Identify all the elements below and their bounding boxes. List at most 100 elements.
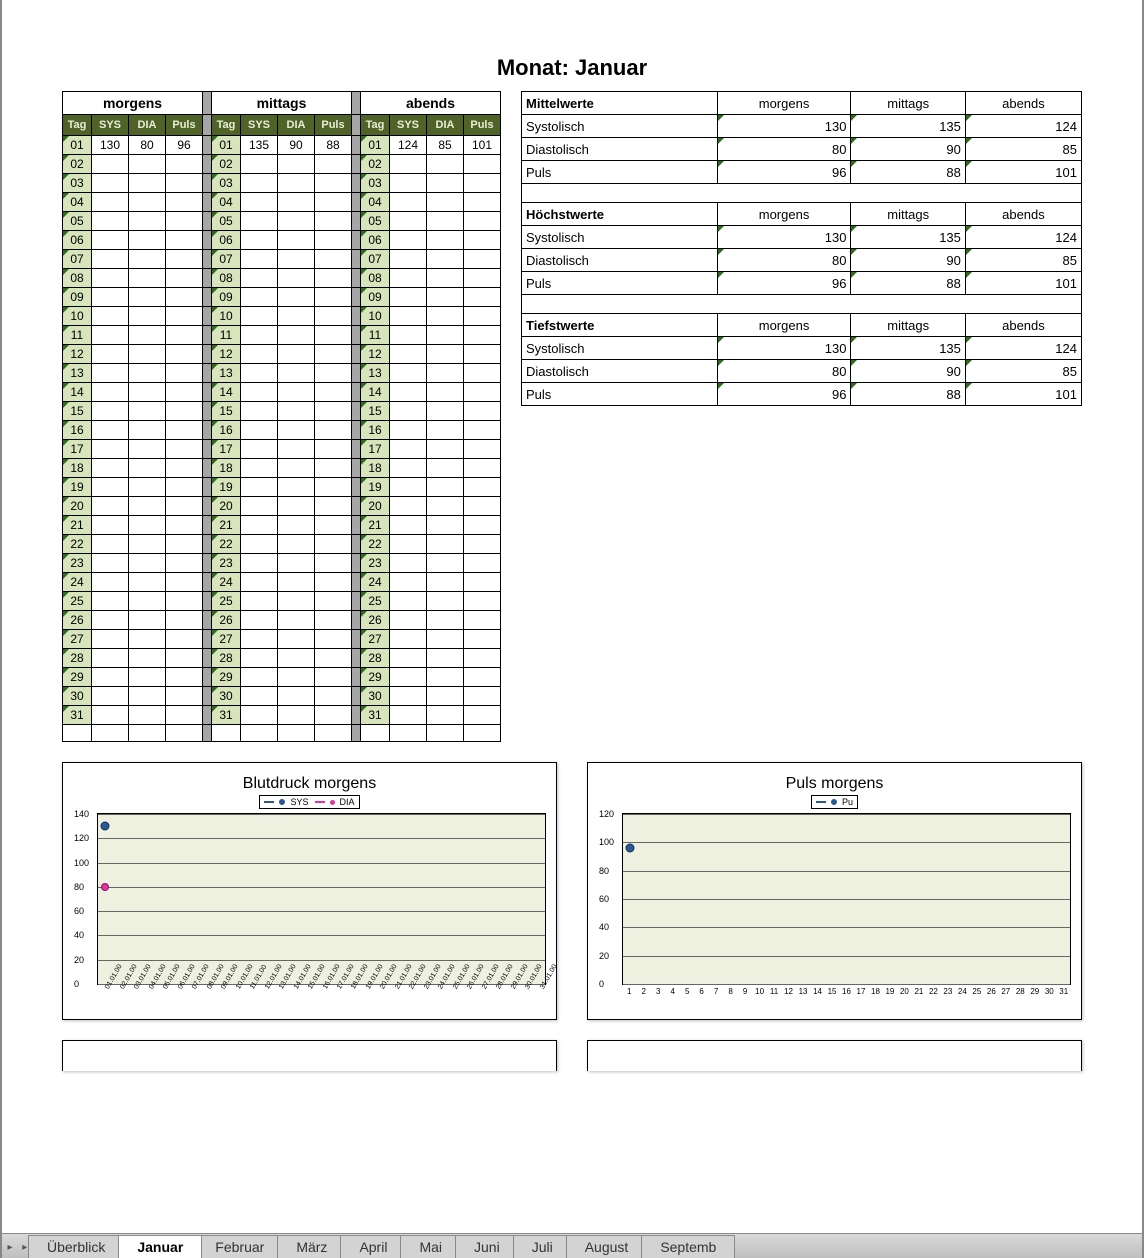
entry-cell[interactable]	[92, 497, 129, 516]
entry-cell[interactable]	[92, 630, 129, 649]
entry-cell[interactable]	[241, 649, 278, 668]
entry-cell[interactable]	[278, 155, 315, 174]
entry-cell[interactable]	[241, 611, 278, 630]
entry-cell[interactable]	[92, 288, 129, 307]
entry-cell[interactable]	[129, 440, 166, 459]
entry-cell[interactable]	[390, 231, 427, 250]
sheet-tab-juni[interactable]: Juni	[455, 1235, 519, 1258]
entry-cell[interactable]	[166, 497, 203, 516]
entry-cell[interactable]	[390, 668, 427, 687]
entry-cell[interactable]	[315, 250, 352, 269]
entry-cell[interactable]	[464, 269, 501, 288]
entry-cell[interactable]	[92, 193, 129, 212]
entry-cell[interactable]	[315, 592, 352, 611]
entry-cell[interactable]: 88	[315, 136, 352, 155]
entry-cell[interactable]	[92, 687, 129, 706]
entry-cell[interactable]	[129, 535, 166, 554]
entry-cell[interactable]	[241, 383, 278, 402]
entry-cell[interactable]	[427, 326, 464, 345]
entry-cell[interactable]	[278, 269, 315, 288]
entry-cell[interactable]	[278, 554, 315, 573]
entry-cell[interactable]	[166, 611, 203, 630]
entry-cell[interactable]	[278, 250, 315, 269]
entry-cell[interactable]	[166, 364, 203, 383]
entry-cell[interactable]	[390, 687, 427, 706]
entry-cell[interactable]	[166, 250, 203, 269]
entry-cell[interactable]	[390, 459, 427, 478]
entry-cell[interactable]	[315, 649, 352, 668]
entry-cell[interactable]	[427, 288, 464, 307]
entry-cell[interactable]	[464, 250, 501, 269]
entry-cell[interactable]	[129, 516, 166, 535]
sheet-tab-april[interactable]: April	[340, 1235, 406, 1258]
entry-cell[interactable]	[315, 478, 352, 497]
entry-cell[interactable]	[241, 288, 278, 307]
entry-cell[interactable]	[241, 478, 278, 497]
entry-cell[interactable]	[129, 573, 166, 592]
tab-nav-first[interactable]: ▸	[2, 1236, 18, 1258]
entry-cell[interactable]	[464, 212, 501, 231]
entry-cell[interactable]	[129, 345, 166, 364]
entry-cell[interactable]	[315, 421, 352, 440]
entry-cell[interactable]	[166, 269, 203, 288]
entry-cell[interactable]	[427, 269, 464, 288]
entry-cell[interactable]	[464, 345, 501, 364]
entry-cell[interactable]	[241, 630, 278, 649]
entry-cell[interactable]	[166, 231, 203, 250]
entry-cell[interactable]	[427, 212, 464, 231]
entry-cell[interactable]	[92, 535, 129, 554]
entry-cell[interactable]	[427, 307, 464, 326]
entry-cell[interactable]	[129, 174, 166, 193]
entry-cell[interactable]	[129, 155, 166, 174]
entry-cell[interactable]	[166, 383, 203, 402]
entry-cell[interactable]	[92, 421, 129, 440]
entry-cell[interactable]	[427, 383, 464, 402]
entry-cell[interactable]	[390, 269, 427, 288]
entry-cell[interactable]	[278, 687, 315, 706]
entry-cell[interactable]	[464, 231, 501, 250]
entry-cell[interactable]	[129, 706, 166, 725]
entry-cell[interactable]	[390, 478, 427, 497]
entry-cell[interactable]	[166, 421, 203, 440]
entry-cell[interactable]	[427, 687, 464, 706]
entry-cell[interactable]	[241, 459, 278, 478]
entry-cell[interactable]	[315, 535, 352, 554]
entry-cell[interactable]	[278, 516, 315, 535]
entry-cell[interactable]	[129, 421, 166, 440]
entry-cell[interactable]	[390, 383, 427, 402]
entry-cell[interactable]	[129, 383, 166, 402]
entry-cell[interactable]	[166, 535, 203, 554]
entry-cell[interactable]	[241, 193, 278, 212]
entry-cell[interactable]	[427, 478, 464, 497]
entry-cell[interactable]	[427, 174, 464, 193]
entry-cell[interactable]	[390, 250, 427, 269]
entry-cell[interactable]	[92, 155, 129, 174]
entry-cell[interactable]	[390, 193, 427, 212]
entry-cell[interactable]: 124	[390, 136, 427, 155]
entry-cell[interactable]	[278, 478, 315, 497]
entry-cell[interactable]: 130	[92, 136, 129, 155]
entry-cell[interactable]	[315, 668, 352, 687]
entry-cell[interactable]	[390, 611, 427, 630]
entry-cell[interactable]	[129, 592, 166, 611]
entry-cell[interactable]	[241, 668, 278, 687]
entry-cell[interactable]	[315, 497, 352, 516]
entry-cell[interactable]	[427, 345, 464, 364]
entry-cell[interactable]	[166, 649, 203, 668]
entry-cell[interactable]	[166, 459, 203, 478]
entry-cell[interactable]	[278, 535, 315, 554]
entry-cell[interactable]	[315, 155, 352, 174]
entry-cell[interactable]	[315, 516, 352, 535]
entry-cell[interactable]	[278, 440, 315, 459]
entry-cell[interactable]	[390, 497, 427, 516]
entry-cell[interactable]	[241, 421, 278, 440]
entry-cell[interactable]	[464, 668, 501, 687]
entry-cell[interactable]	[92, 649, 129, 668]
entry-cell[interactable]	[464, 516, 501, 535]
entry-cell[interactable]	[241, 326, 278, 345]
entry-cell[interactable]	[464, 155, 501, 174]
entry-cell[interactable]	[464, 440, 501, 459]
entry-cell[interactable]	[241, 687, 278, 706]
entry-cell[interactable]	[315, 573, 352, 592]
sheet-tab-mai[interactable]: Mai	[400, 1235, 461, 1258]
